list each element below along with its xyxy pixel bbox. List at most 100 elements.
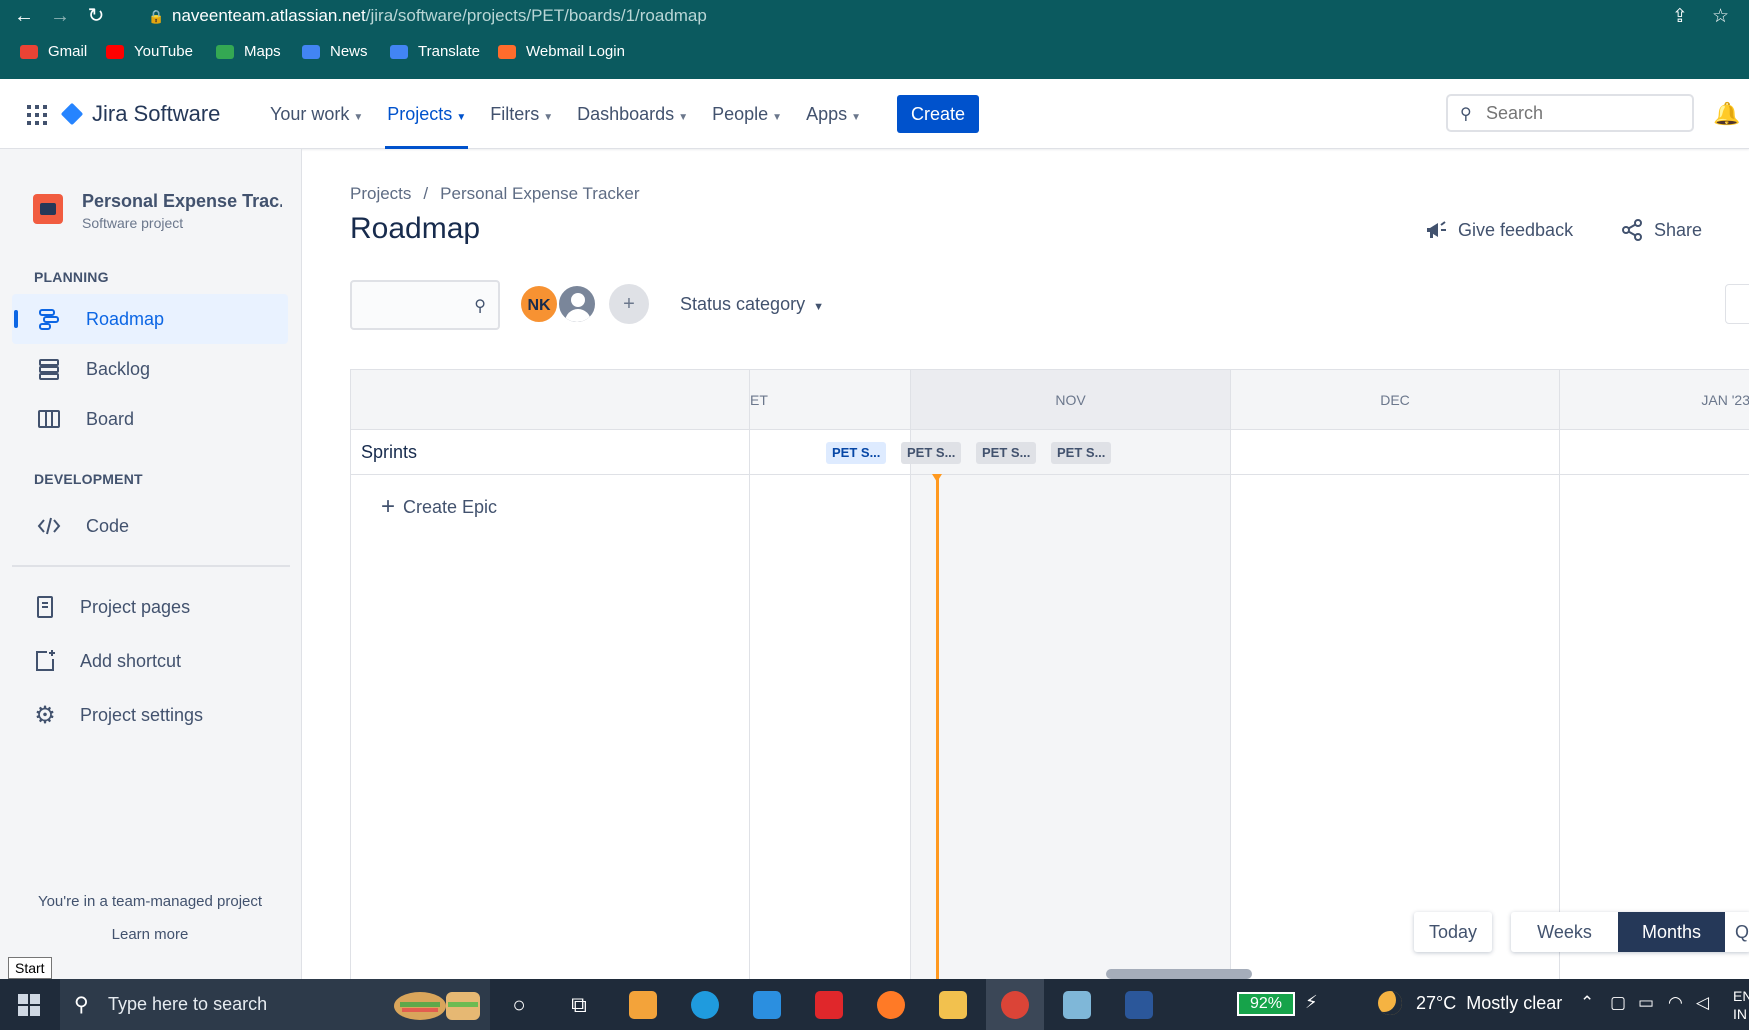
- forward-arrow-icon[interactable]: →: [48, 4, 72, 28]
- bookmark-star-icon[interactable]: ☆: [1712, 5, 1729, 28]
- sidebar-item-project-settings[interactable]: ⚙ Project settings: [12, 690, 288, 740]
- store-icon[interactable]: [626, 988, 660, 1022]
- month-header: DEC: [1231, 370, 1559, 430]
- backlog-icon: [36, 356, 62, 382]
- sidebar-divider: [12, 565, 290, 567]
- windows-taskbar: ⚲ Type here to search ○ ⧉ 92% ⚡ 27°C Mos…: [0, 979, 1749, 1030]
- battery-indicator[interactable]: 92%: [1237, 992, 1295, 1016]
- start-tooltip: Start: [8, 957, 52, 979]
- sprint-chip[interactable]: PET S...: [976, 442, 1037, 464]
- give-feedback-button[interactable]: Give feedback: [1424, 218, 1573, 242]
- chevron-down-icon: ▼: [543, 112, 554, 123]
- bookmark-maps[interactable]: Maps: [216, 43, 281, 60]
- jira-diamond-icon: [60, 102, 84, 126]
- taskbar-search[interactable]: ⚲ Type here to search: [60, 979, 490, 1030]
- wps-office-icon[interactable]: [812, 988, 846, 1022]
- sidebar-item-project-pages[interactable]: Project pages: [12, 582, 288, 632]
- sprint-chip[interactable]: PET S...: [901, 442, 962, 464]
- quarters-button[interactable]: Q: [1725, 912, 1749, 952]
- project-name[interactable]: Personal Expense Trac...: [82, 191, 282, 212]
- sidebar-item-roadmap[interactable]: Roadmap: [12, 294, 288, 344]
- sprint-chip[interactable]: PET S...: [1051, 442, 1112, 464]
- search-icon: ⚲: [474, 298, 486, 315]
- chrome-icon[interactable]: [998, 988, 1032, 1022]
- battery-tray-icon[interactable]: ▭: [1638, 993, 1654, 1013]
- translate-icon: [390, 44, 408, 59]
- today-button[interactable]: Today: [1414, 912, 1492, 952]
- status-category-dropdown[interactable]: Status category ▼: [680, 294, 824, 315]
- address-bar[interactable]: 🔒 naveenteam.atlassian.net/jira/software/…: [148, 6, 707, 26]
- roadmap-icon: [36, 306, 62, 332]
- back-arrow-icon[interactable]: ←: [12, 4, 36, 28]
- nav-filters[interactable]: Filters ▼: [490, 79, 553, 149]
- volume-icon[interactable]: ◁: [1696, 993, 1709, 1013]
- create-epic-button[interactable]: + Create Epic: [381, 493, 497, 521]
- share-page-icon[interactable]: ⇪: [1672, 5, 1688, 28]
- avatar[interactable]: NK: [519, 284, 559, 324]
- edge-icon[interactable]: [688, 988, 722, 1022]
- learn-more-link[interactable]: Learn more: [0, 926, 300, 943]
- notepad-icon[interactable]: [1060, 988, 1094, 1022]
- share-button[interactable]: Share: [1620, 218, 1702, 242]
- cpanel-icon: [498, 44, 516, 59]
- chevron-up-icon[interactable]: ⌃: [1580, 993, 1594, 1013]
- view-settings-button[interactable]: [1725, 284, 1749, 324]
- bookmark-youtube[interactable]: YouTube: [106, 43, 193, 60]
- nav-people[interactable]: People ▼: [712, 79, 782, 149]
- sprint-chip[interactable]: PET S...: [826, 442, 887, 464]
- timeline-view-switcher: Weeks Months Q: [1511, 912, 1749, 952]
- breadcrumb-projects[interactable]: Projects: [350, 184, 411, 203]
- weeks-button[interactable]: Weeks: [1511, 912, 1618, 952]
- board-icon: [36, 406, 62, 432]
- user-avatar-icon[interactable]: [557, 284, 597, 324]
- add-people-icon[interactable]: +: [609, 284, 649, 324]
- nav-your-work[interactable]: Your work ▼: [270, 79, 363, 149]
- breadcrumb-project[interactable]: Personal Expense Tracker: [440, 184, 639, 203]
- app-switcher-icon[interactable]: [27, 105, 47, 125]
- sidebar-item-add-shortcut[interactable]: Add shortcut: [12, 636, 288, 686]
- notifications-bell-icon[interactable]: 🔔: [1713, 101, 1740, 127]
- bookmark-news[interactable]: News: [302, 43, 368, 60]
- breadcrumb: Projects / Personal Expense Tracker: [350, 184, 640, 203]
- file-explorer-icon[interactable]: [936, 988, 970, 1022]
- page-title: Roadmap: [350, 212, 481, 245]
- nav-projects[interactable]: Projects ▼: [385, 79, 469, 149]
- bookmark-gmail[interactable]: Gmail: [20, 43, 87, 60]
- chevron-down-icon: ▼: [813, 301, 824, 313]
- add-shortcut-icon: [32, 648, 58, 674]
- word-icon[interactable]: [1122, 988, 1156, 1022]
- sidebar-item-backlog[interactable]: Backlog: [12, 344, 288, 394]
- create-button[interactable]: Create: [897, 95, 979, 133]
- nav-apps[interactable]: Apps ▼: [806, 79, 861, 149]
- language-indicator[interactable]: EN IN: [1733, 987, 1749, 1023]
- maps-icon: [216, 44, 234, 59]
- bookmark-webmail[interactable]: Webmail Login: [498, 43, 625, 60]
- task-view-icon[interactable]: ⧉: [562, 988, 596, 1022]
- meet-now-icon[interactable]: ▢: [1610, 993, 1626, 1013]
- chevron-down-icon: ▼: [353, 112, 364, 123]
- wifi-icon[interactable]: ◠: [1668, 993, 1683, 1013]
- today-line: [936, 476, 939, 980]
- windows-start-icon[interactable]: [18, 994, 40, 1016]
- horizontal-scrollbar[interactable]: [1106, 969, 1252, 979]
- weather-widget[interactable]: 27°C Mostly clear: [1378, 991, 1562, 1015]
- sidebar-item-board[interactable]: Board: [12, 394, 288, 444]
- month-header: JAN '23: [1560, 370, 1749, 430]
- news-icon: [302, 44, 320, 59]
- share-icon: [1622, 219, 1642, 241]
- sidebar-item-code[interactable]: Code: [12, 501, 288, 551]
- roadmap-search-input[interactable]: ⚲: [350, 280, 500, 330]
- development-section-title: DEVELOPMENT: [34, 471, 143, 487]
- jira-logo[interactable]: Jira Software: [60, 101, 220, 127]
- cortana-icon[interactable]: ○: [502, 988, 536, 1022]
- global-search[interactable]: ⚲: [1446, 94, 1694, 132]
- mail-icon[interactable]: [750, 988, 784, 1022]
- primary-nav: Your work ▼ Projects ▼ Filters ▼ Dashboards…: [270, 79, 885, 149]
- bookmark-translate[interactable]: Translate: [390, 43, 480, 60]
- nav-dashboards[interactable]: Dashboards ▼: [577, 79, 688, 149]
- lock-icon: 🔒: [148, 9, 165, 24]
- firefox-icon[interactable]: [874, 988, 908, 1022]
- reload-icon[interactable]: ↻: [84, 4, 108, 28]
- search-input[interactable]: [1486, 102, 1676, 124]
- months-button[interactable]: Months: [1618, 912, 1725, 952]
